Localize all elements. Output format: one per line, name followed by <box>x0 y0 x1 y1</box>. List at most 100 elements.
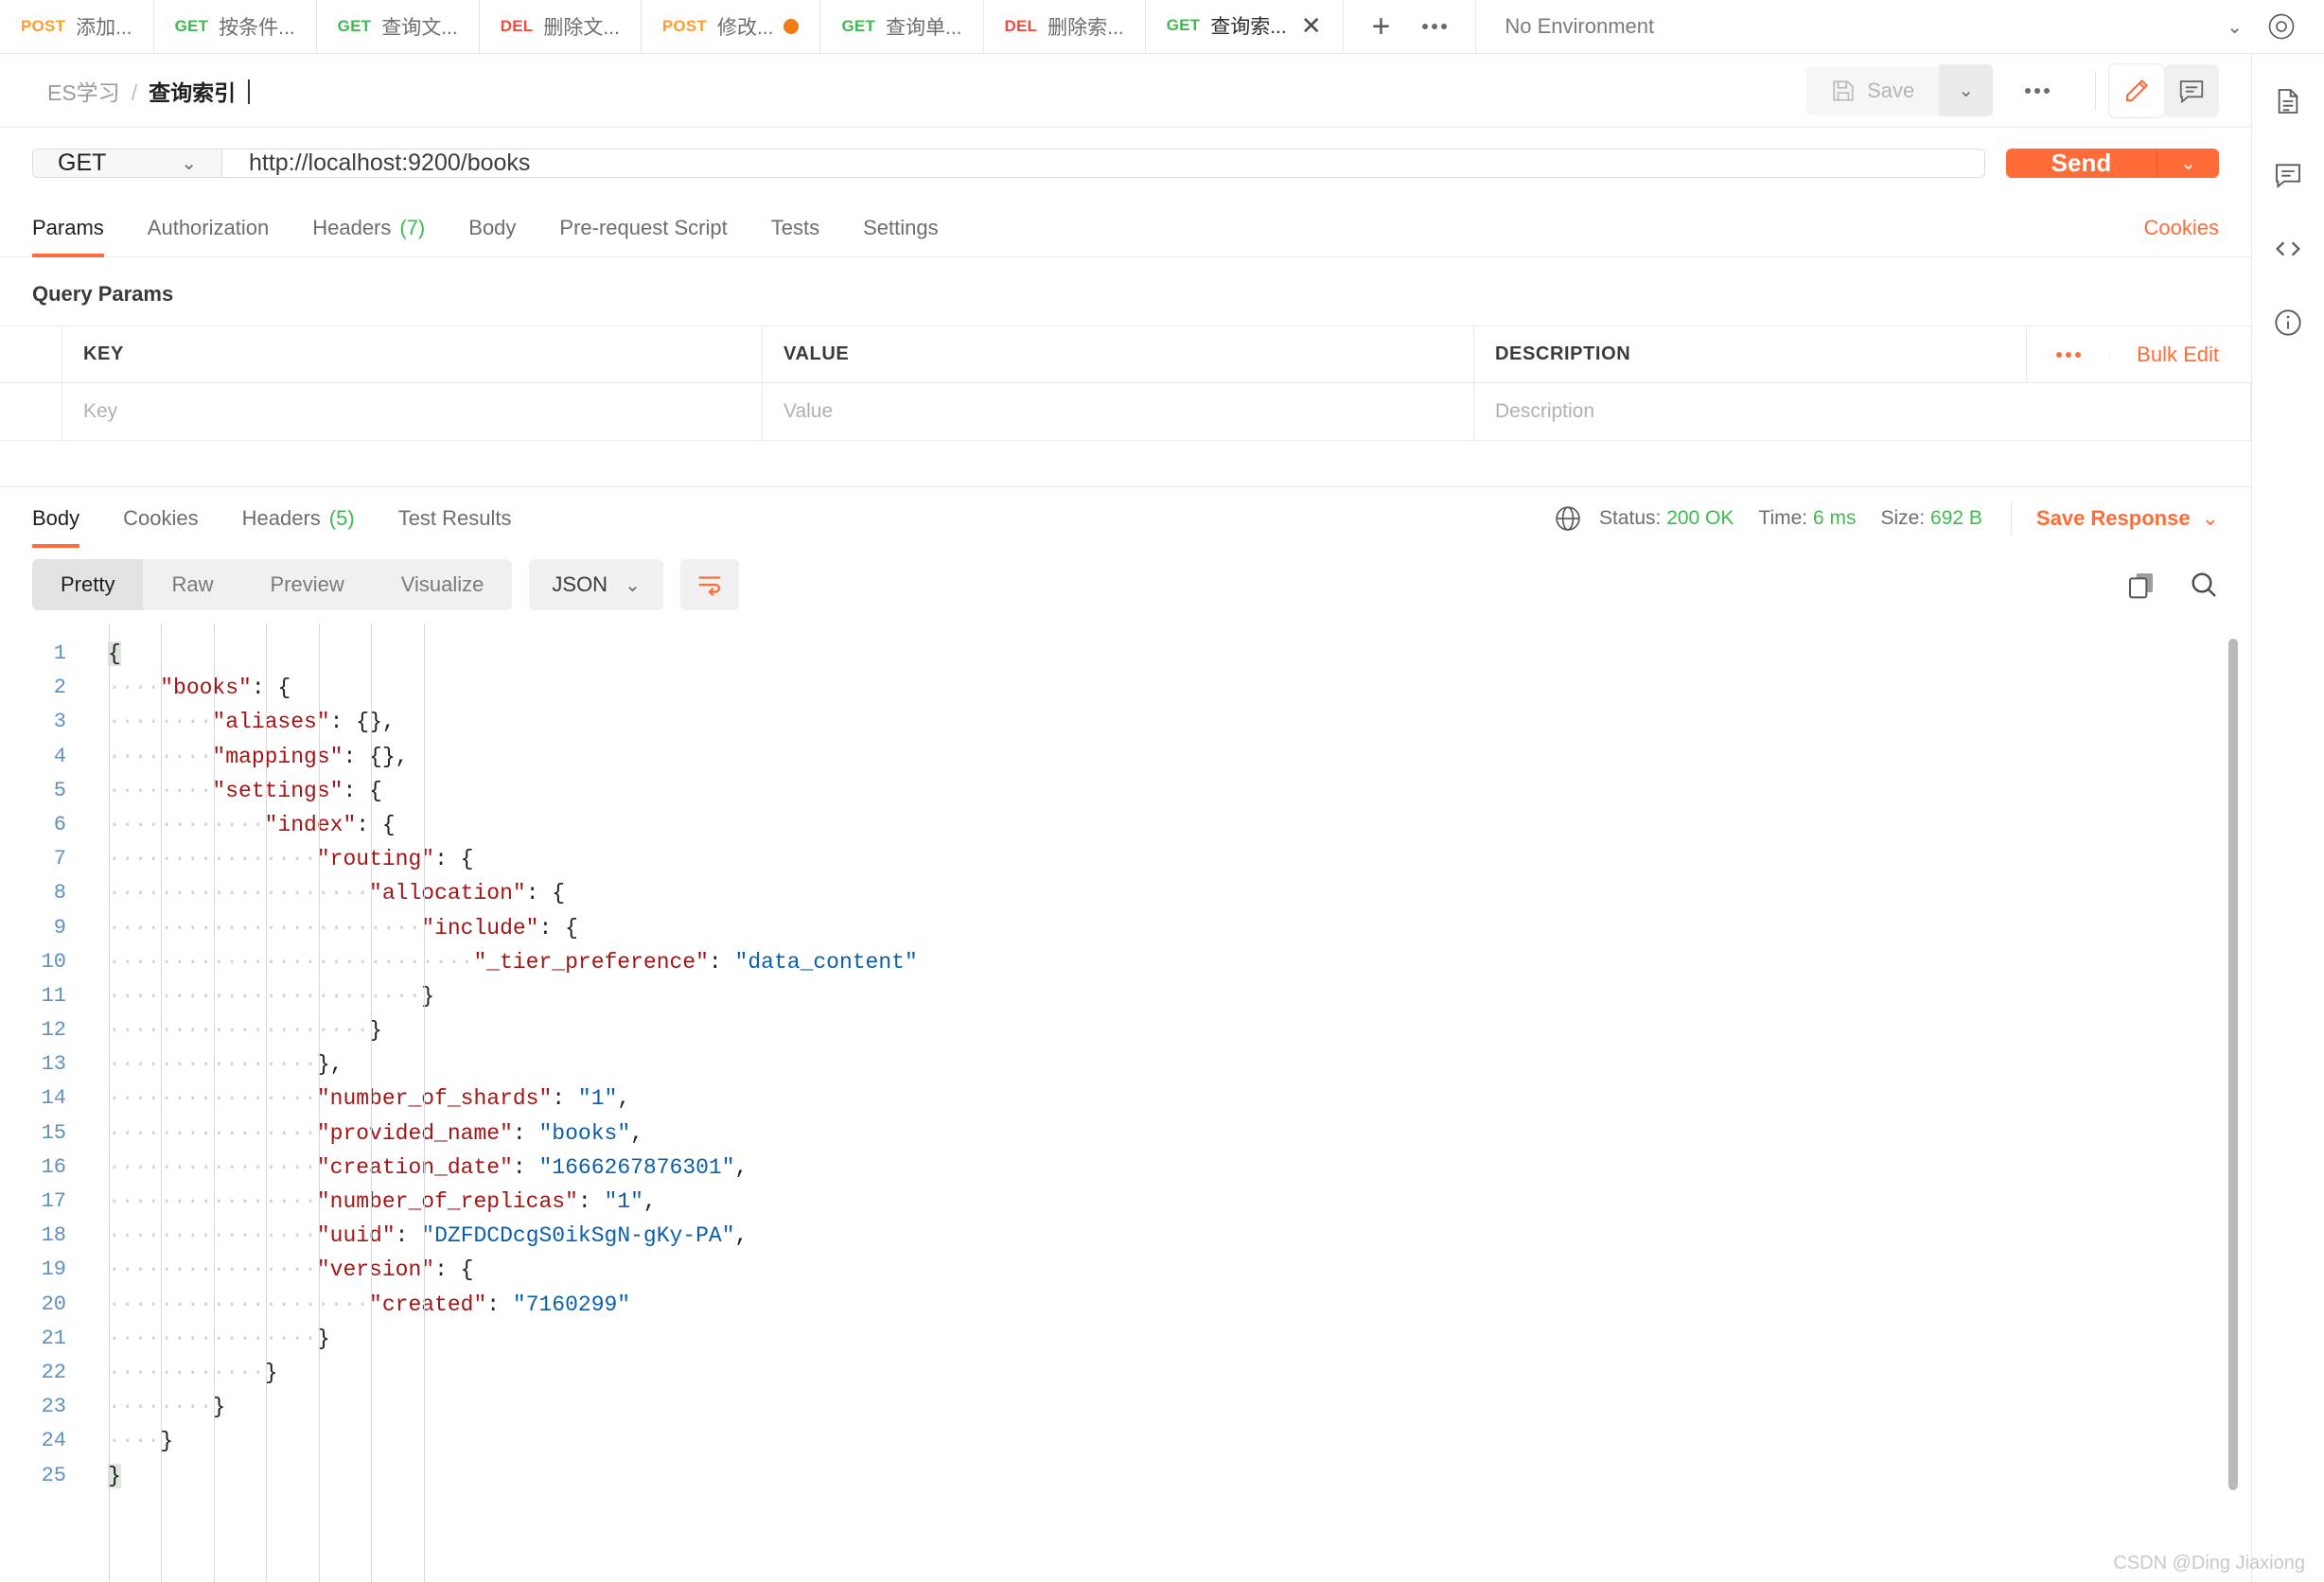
info-icon[interactable] <box>2267 302 2309 343</box>
code-token: "aliases" <box>212 710 330 735</box>
param-value-cell[interactable]: Value <box>763 383 1474 440</box>
code-token: }, <box>316 1052 343 1078</box>
code-token: : { <box>538 915 578 940</box>
query-params-more-icon[interactable] <box>2027 351 2111 358</box>
url-bar: GET ⌄ Send ⌄ <box>0 128 2251 199</box>
tab-pre-request-script[interactable]: Pre-request Script <box>537 199 748 257</box>
copy-icon[interactable] <box>2126 570 2157 600</box>
tab-label: Settings <box>863 215 939 239</box>
param-key-cell[interactable]: Key <box>62 383 763 440</box>
http-method-select[interactable]: GET ⌄ <box>33 149 222 177</box>
response-scrollbar-thumb[interactable] <box>2228 639 2238 1490</box>
response-tab-headers[interactable]: Headers (5) <box>220 489 377 548</box>
save-options-button[interactable]: ⌄ <box>1939 64 1993 116</box>
save-response-button[interactable]: Save Response ⌄ <box>2036 506 2219 531</box>
save-button[interactable]: Save <box>1806 65 1940 115</box>
request-tab-3[interactable]: GET 查询文... <box>317 0 480 53</box>
indent-guides: ···························· <box>108 949 474 975</box>
response-tab-test-results[interactable]: Test Results <box>377 489 534 548</box>
line-number: 12 <box>41 1018 66 1043</box>
response-tab-cookies[interactable]: Cookies <box>101 489 220 548</box>
tab-params[interactable]: Params <box>32 199 126 257</box>
format-tab-raw[interactable]: Raw <box>143 559 241 610</box>
tab-title-label: 添加... <box>76 17 132 39</box>
code-token: "1666267876301" <box>538 1154 735 1180</box>
breadcrumb-collection[interactable]: ES学习 <box>47 75 120 107</box>
tab-title-label: 按条件... <box>219 17 295 39</box>
table-header-tools: Bulk Edit <box>2027 326 2251 382</box>
tab-method-label: POST <box>21 17 66 35</box>
format-tab-visualize[interactable]: Visualize <box>373 559 513 610</box>
code-line-text: ················"uuid": "DZFDCDcgS0ikSgN… <box>87 1219 748 1253</box>
bulk-edit-button[interactable]: Bulk Edit <box>2110 343 2251 367</box>
code-line-text: ····························"_tier_prefe… <box>87 945 918 979</box>
code-token: "routing" <box>316 847 435 872</box>
indent-guides: ···· <box>108 676 161 701</box>
line-number: 11 <box>41 983 66 1008</box>
code-line-text: ········} <box>87 1390 225 1424</box>
request-tab-6[interactable]: GET 查询单... <box>820 0 984 53</box>
new-tab-icon[interactable]: + <box>1372 10 1391 43</box>
format-tab-pretty[interactable]: Pretty <box>32 559 144 610</box>
save-icon <box>1831 79 1856 103</box>
request-tab-5[interactable]: POST 修改... <box>642 0 821 53</box>
breadcrumb-separator: / <box>131 79 138 105</box>
tab-options-icon[interactable] <box>1422 24 1448 29</box>
tab-settings[interactable]: Settings <box>841 199 960 257</box>
tab-headers[interactable]: Headers (7) <box>290 199 447 257</box>
code-line: 4 ········"mappings": {}, <box>0 740 2251 774</box>
tab-label: Headers <box>241 506 321 530</box>
page-title[interactable]: 查询索引 <box>149 75 236 107</box>
line-number: 24 <box>41 1429 66 1453</box>
send-button[interactable]: Send <box>2005 149 2157 178</box>
chevron-down-icon[interactable]: ⌄ <box>2227 15 2243 39</box>
code-line-text: ····················"created": "7160299" <box>87 1288 630 1322</box>
response-body-viewer[interactable]: 1{2 ····"books": {3 ········"aliases": {},… <box>0 624 2251 1582</box>
response-language-select[interactable]: JSON ⌄ <box>529 559 663 610</box>
request-tab-8[interactable]: GET 查询索... ✕ <box>1145 0 1344 53</box>
search-icon[interactable] <box>2189 570 2219 600</box>
documentation-icon[interactable] <box>2267 80 2309 122</box>
request-tab-4[interactable]: DEL 删除文... <box>480 0 642 53</box>
indent-guides: ········ <box>108 778 213 803</box>
environment-selector[interactable]: No Environment ⌄ <box>1476 0 2324 53</box>
cookies-link[interactable]: Cookies <box>2144 216 2219 240</box>
request-more-icon[interactable] <box>1993 87 2082 94</box>
tab-method-label: POST <box>661 17 707 35</box>
row-gutter <box>0 383 62 440</box>
pencil-icon[interactable] <box>2109 63 2164 117</box>
tab-body[interactable]: Body <box>447 199 537 257</box>
code-token: : <box>708 949 735 975</box>
indent-guides: ················ <box>108 1223 317 1249</box>
request-config-tabs: Params Authorization Headers (7) Body Pre-req… <box>0 199 2251 257</box>
time-label: Time: <box>1758 507 1808 529</box>
format-tab-preview[interactable]: Preview <box>241 559 372 610</box>
code-line: 20 ····················"created": "716029… <box>0 1288 2251 1322</box>
line-number: 1 <box>53 642 66 665</box>
close-icon[interactable]: ✕ <box>1301 13 1322 38</box>
code-snippet-icon[interactable] <box>2267 228 2309 270</box>
code-line-text: ····················} <box>87 1013 382 1047</box>
url-input[interactable] <box>222 149 1984 177</box>
eye-icon[interactable] <box>2267 12 2296 41</box>
code-token: , <box>617 1086 631 1112</box>
request-tab-1[interactable]: POST 添加... <box>0 0 154 53</box>
tab-tests[interactable]: Tests <box>749 199 841 257</box>
request-tab-2[interactable]: GET 按条件... <box>154 0 317 53</box>
response-scrollbar[interactable] <box>2228 639 2238 1544</box>
status-value: 200 OK <box>1666 507 1734 529</box>
comment-icon[interactable] <box>2164 63 2219 117</box>
code-line-text: ········"aliases": {}, <box>87 705 396 739</box>
response-tab-body[interactable]: Body <box>32 489 101 548</box>
send-options-button[interactable]: ⌄ <box>2157 149 2219 178</box>
tab-method-label: GET <box>1166 16 1201 34</box>
code-line-text: ····} <box>87 1424 173 1458</box>
tab-authorization[interactable]: Authorization <box>126 199 290 257</box>
word-wrap-icon[interactable] <box>679 559 739 610</box>
request-response-pane: ES学习 / 查询索引 Save ⌄ GET ⌄ http://localhos… <box>0 54 2252 1582</box>
code-fold-guide <box>109 624 110 1582</box>
param-description-cell[interactable]: Description <box>1474 383 2251 440</box>
column-header-description: DESCRIPTION <box>1474 326 2028 382</box>
comments-icon[interactable] <box>2267 154 2309 196</box>
request-tab-7[interactable]: DEL 删除索... <box>984 0 1146 53</box>
